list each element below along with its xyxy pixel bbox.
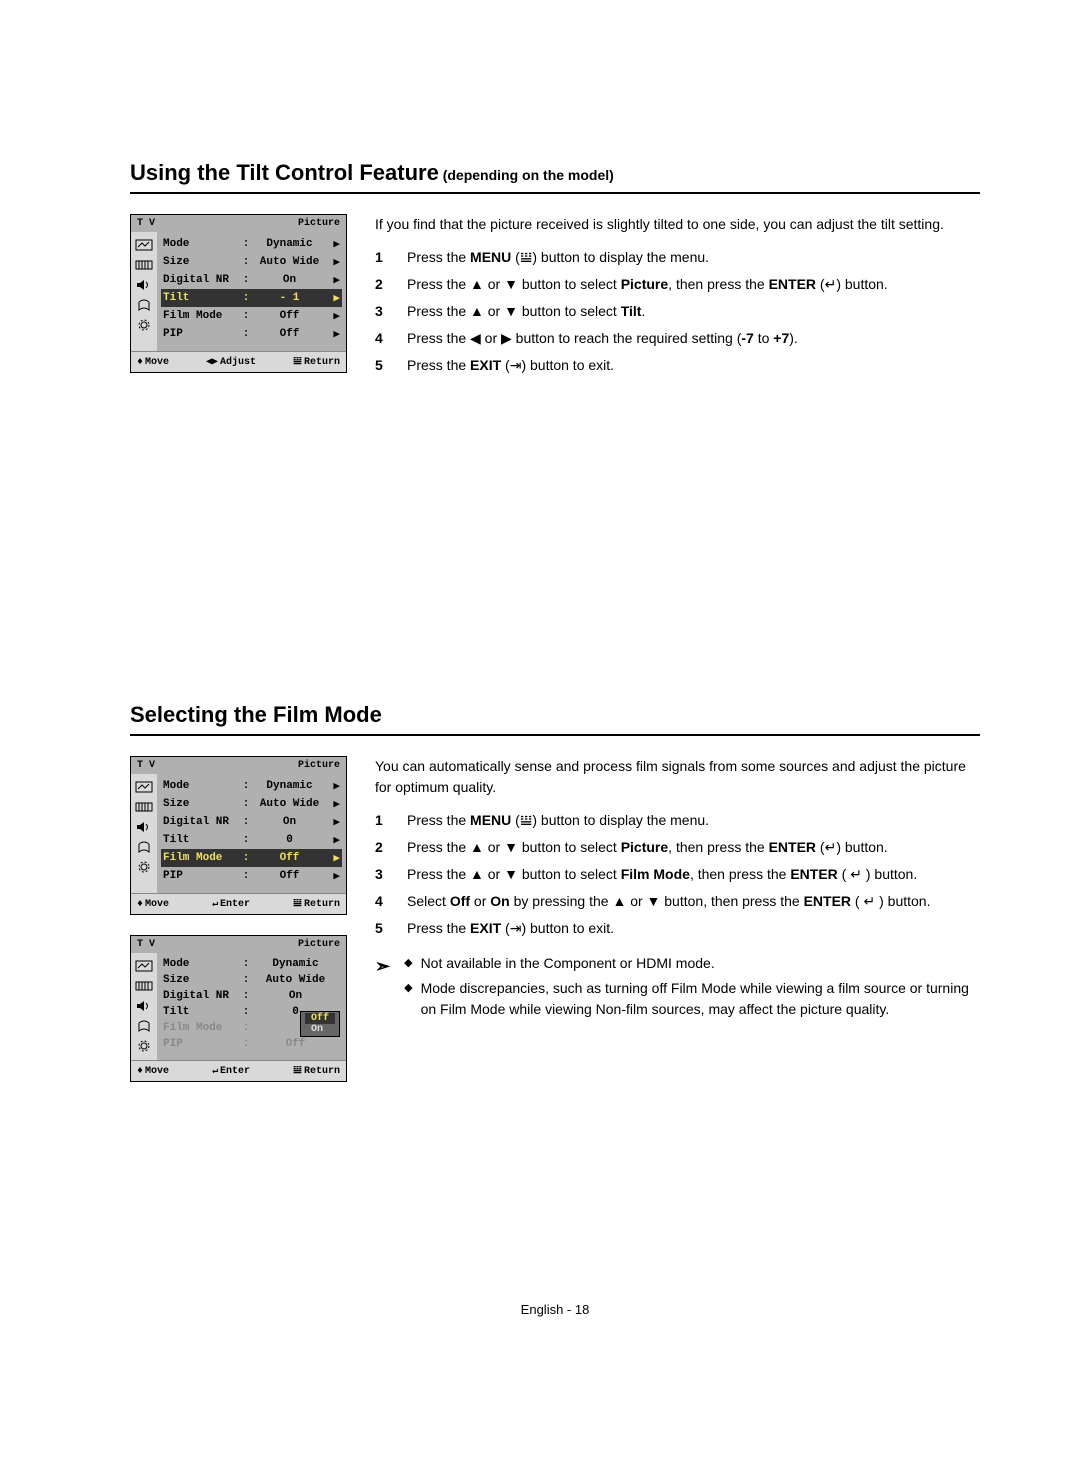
osd-row-mode: Mode:Dynamic▶ (161, 777, 342, 795)
osd-footer: ♦ Move ↵ Enter 𝍎 Return (131, 1060, 346, 1081)
osd-row-tilt: Tilt:0▶ (161, 831, 342, 849)
intro-tilt: If you find that the picture received is… (375, 214, 980, 235)
osd-footer-return: 𝍎 Return (293, 356, 340, 368)
osd-panel-filmmode-dropdown: T V Picture Mode:Dynamic Size:Auto Wide … (130, 935, 347, 1082)
section-title-filmmode: Selecting the Film Mode (130, 702, 980, 736)
osd-icon-column (131, 774, 157, 893)
osd-row-size: Size:Auto Wide▶ (161, 795, 342, 813)
osd-footer-move: ♦ Move (137, 356, 169, 368)
osd-icon-column (131, 232, 157, 351)
osd-footer: ♦ Move ◀▶ Adjust 𝍎 Return (131, 351, 346, 372)
step-1: Press the MENU (𝍎) button to display the… (407, 247, 980, 268)
osd-row-dnr: Digital NR:On (161, 988, 342, 1004)
osd-row-pip-dim: PIP:Off (161, 1036, 342, 1052)
channel-icon (135, 298, 153, 312)
dropdown-option-on: On (305, 1024, 335, 1035)
osd-row-pip: PIP:Off▶ (161, 325, 342, 343)
setup-icon (135, 860, 153, 874)
osd-tv-label: T V (137, 218, 155, 229)
osd-footer: ♦ Move ↵ Enter 𝍎 Return (131, 893, 346, 914)
osd-row-mode: Mode:Dynamic▶ (161, 235, 342, 253)
fm-step-2: Press the ▲ or ▼ button to select Pictur… (407, 837, 980, 858)
section-title-main-2: Selecting the Film Mode (130, 702, 382, 727)
input-icon (135, 258, 153, 272)
dropdown-option-off: Off (305, 1013, 335, 1024)
osd-row-size: Size:Auto Wide▶ (161, 253, 342, 271)
sound-icon (135, 820, 153, 834)
step-5: Press the EXIT (⇥) button to exit. (407, 355, 980, 376)
picture-icon (135, 780, 153, 794)
section-title-main: Using the Tilt Control Feature (130, 160, 439, 185)
osd-panel-filmmode-select: T V Picture Mode:Dynamic▶ Size:Auto Wide… (130, 756, 347, 915)
osd-row-dnr: Digital NR:On▶ (161, 271, 342, 289)
fm-step-4: Select Off or On by pressing the ▲ or ▼ … (407, 891, 980, 912)
sound-icon (135, 999, 153, 1013)
picture-icon (135, 238, 153, 252)
osd-row-pip: PIP:Off▶ (161, 867, 342, 885)
osd-row-dnr: Digital NR:On▶ (161, 813, 342, 831)
step-3: Press the ▲ or ▼ button to select Tilt. (407, 301, 980, 322)
osd-row-tilt: Tilt:- 1▶ (161, 289, 342, 307)
section-title-sub: (depending on the model) (439, 167, 614, 183)
section-title-tilt: Using the Tilt Control Feature (dependin… (130, 160, 980, 194)
picture-icon (135, 959, 153, 973)
fm-step-3: Press the ▲ or ▼ button to select Film M… (407, 864, 980, 885)
intro-filmmode: You can automatically sense and process … (375, 756, 980, 798)
osd-row-mode: Mode:Dynamic (161, 956, 342, 972)
fm-step-5: Press the EXIT (⇥) button to exit. (407, 918, 980, 939)
channel-icon (135, 840, 153, 854)
osd-dropdown: Off On (300, 1011, 340, 1037)
note-2: Mode discrepancies, such as turning off … (421, 978, 980, 1020)
osd-row-filmmode: Film Mode:Off▶ (161, 307, 342, 325)
note-1: Not available in the Component or HDMI m… (421, 953, 980, 974)
instructions-filmmode: You can automatically sense and process … (375, 756, 980, 1024)
osd-footer-adjust: ◀▶ Adjust (206, 356, 256, 368)
notes-filmmode: ➣ Not available in the Component or HDMI… (375, 953, 980, 1024)
osd-icon-column (131, 953, 157, 1060)
channel-icon (135, 1019, 153, 1033)
osd-header: T V Picture (131, 936, 346, 953)
setup-icon (135, 1039, 153, 1053)
osd-row-filmmode: Film Mode:Off▶ (161, 849, 342, 867)
osd-header: T V Picture (131, 757, 346, 774)
step-2: Press the ▲ or ▼ button to select Pictur… (407, 274, 980, 295)
input-icon (135, 979, 153, 993)
fm-step-1: Press the MENU (𝍎) button to display the… (407, 810, 980, 831)
osd-row-size: Size:Auto Wide (161, 972, 342, 988)
sound-icon (135, 278, 153, 292)
page-footer: English - 18 (130, 1302, 980, 1317)
instructions-tilt: If you find that the picture received is… (375, 214, 980, 382)
osd-header: T V Picture (131, 215, 346, 232)
step-4: Press the ◀ or ▶ button to reach the req… (407, 328, 980, 349)
setup-icon (135, 318, 153, 332)
input-icon (135, 800, 153, 814)
osd-menu-title: Picture (298, 218, 340, 229)
osd-panel-tilt: T V Picture Mode:Dynamic▶ Size:Auto Wide… (130, 214, 347, 373)
note-arrow-icon: ➣ (375, 953, 390, 1024)
